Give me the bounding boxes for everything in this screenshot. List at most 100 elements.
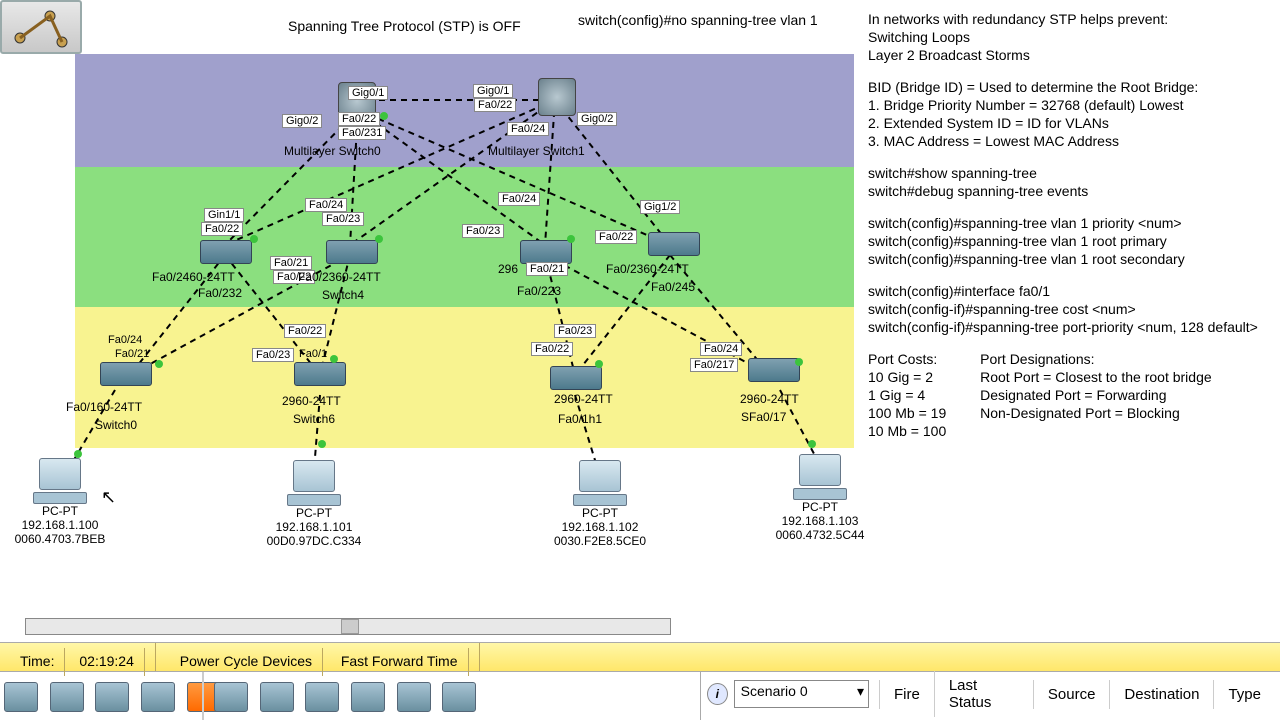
switch-label: 2960-24TT — [740, 392, 799, 406]
pc3[interactable]: PC-PT 192.168.1.103 0060.4732.5C44 — [760, 454, 880, 542]
pc0[interactable]: PC-PT 192.168.1.100 0060.4703.7BEB — [0, 458, 120, 546]
port-desig-heading: Port Designations: — [980, 350, 1212, 368]
port-label: Fa0/24 — [700, 342, 742, 356]
switch-label: Switch0 — [95, 418, 137, 432]
port-label: Fa0/22 — [284, 324, 326, 338]
switch-label: Fa0/1h1 — [558, 412, 602, 426]
port-label: Fa0/21 — [526, 262, 568, 276]
port-label: Gig0/1 — [348, 86, 388, 100]
pc-ip: 192.168.1.102 — [540, 520, 660, 534]
switch-label: 296 — [498, 262, 518, 276]
port-label: Gig0/2 — [577, 112, 617, 126]
device-models-group — [210, 678, 480, 718]
wireless-category-icon[interactable] — [141, 682, 175, 712]
port-label: Fa0/23 — [322, 212, 364, 226]
workspace-canvas[interactable]: Spanning Tree Protocol (STP) is OFF swit… — [0, 0, 1280, 720]
device-model-icon[interactable] — [397, 682, 431, 712]
note-bid: BID (Bridge ID) = Used to determine the … — [868, 78, 1276, 150]
pc-mac: 0030.F2E8.5CE0 — [540, 534, 660, 548]
device-model-icon[interactable] — [260, 682, 294, 712]
link-state-dot — [795, 358, 803, 366]
dist-switch-c[interactable] — [520, 240, 572, 264]
device-category-group — [0, 678, 225, 718]
tray-separator — [202, 672, 204, 720]
port-label: Fa0/23 — [252, 348, 294, 362]
switch-category-icon[interactable] — [50, 682, 84, 712]
dist-switch-d[interactable] — [648, 232, 700, 256]
switch-label: Fa0/2360-24TT — [298, 270, 381, 284]
pc-ip: 192.168.1.103 — [760, 514, 880, 528]
port-label: Gig0/1 — [473, 84, 513, 98]
link-state-dot — [318, 440, 326, 448]
dist-switch-b[interactable] — [326, 240, 378, 264]
port-label: Fa0/23 — [462, 224, 504, 238]
col-source: Source — [1033, 680, 1110, 709]
link-state-dot — [155, 360, 163, 368]
scenario-select[interactable]: Scenario 0 — [734, 680, 869, 708]
port-label: Fa0/1 — [296, 348, 330, 360]
note-priority: switch(config)#spanning-tree vlan 1 prio… — [868, 214, 1276, 268]
port-label: Fa0/23 — [554, 324, 596, 338]
port-label: Fa0/22 — [201, 222, 243, 236]
link-state-dot — [595, 360, 603, 368]
access-switch6[interactable] — [294, 362, 346, 386]
port-label: Fa0/22 — [531, 342, 573, 356]
scenario-panel: i Scenario 0 Fire Last Status Source Des… — [700, 672, 1280, 720]
device-model-icon[interactable] — [442, 682, 476, 712]
link-state-dot — [375, 235, 383, 243]
access-switch1[interactable] — [550, 366, 602, 390]
pc-name: PC-PT — [0, 504, 120, 518]
note-redundancy: In networks with redundancy STP helps pr… — [868, 10, 1276, 64]
pc-mac: 00D0.97DC.C334 — [254, 534, 374, 548]
port-label: Fa0/21 — [270, 256, 312, 270]
link-state-dot — [380, 112, 388, 120]
info-icon[interactable]: i — [707, 683, 728, 705]
multilayer-switch1[interactable] — [538, 78, 576, 116]
port-label: Fa0/217 — [690, 358, 738, 372]
pc-icon — [39, 458, 81, 490]
port-desig: Root Port = Closest to the root bridge D… — [980, 368, 1212, 422]
link-state-dot — [567, 235, 575, 243]
pc-mac: 0060.4703.7BEB — [0, 532, 120, 546]
col-last-status: Last Status — [934, 671, 1033, 717]
hub-category-icon[interactable] — [95, 682, 129, 712]
port-label: Fa0/22 — [338, 112, 380, 126]
router-category-icon[interactable] — [4, 682, 38, 712]
port-costs: 10 Gig = 2 1 Gig = 4 100 Mb = 19 10 Mb =… — [868, 368, 946, 440]
port-label: Gig0/2 — [282, 114, 322, 128]
scrollbar-thumb[interactable] — [341, 619, 359, 634]
port-label: Fa0/231 — [338, 126, 386, 140]
notes-panel: In networks with redundancy STP helps pr… — [868, 10, 1276, 440]
dist-switch-a[interactable] — [200, 240, 252, 264]
pc-name: PC-PT — [254, 506, 374, 520]
switch-label: Fa0/160-24TT — [66, 400, 142, 414]
switch-label: 2960-24TT — [282, 394, 341, 408]
power-cycle-button[interactable]: Power Cycle Devices Fast Forward Time — [160, 643, 480, 671]
device-model-icon[interactable] — [351, 682, 385, 712]
device-model-icon[interactable] — [214, 682, 248, 712]
port-label: Fa0/24 — [305, 198, 347, 212]
pc-icon — [799, 454, 841, 486]
switch-label: Fa0/245 — [651, 280, 695, 294]
port-label: Fa0/22 — [595, 230, 637, 244]
link-state-dot — [808, 440, 816, 448]
pc2[interactable]: PC-PT 192.168.1.102 0030.F2E8.5CE0 — [540, 460, 660, 548]
port-costs-heading: Port Costs: — [868, 350, 946, 368]
access-switch7[interactable] — [748, 358, 800, 382]
horizontal-scrollbar[interactable] — [25, 618, 671, 635]
pc-name: PC-PT — [760, 500, 880, 514]
link-state-dot — [74, 450, 82, 458]
link-state-dot — [330, 355, 338, 363]
port-label: Gig1/2 — [640, 200, 680, 214]
col-type: Type — [1213, 680, 1275, 709]
pc-mac: 0060.4732.5C44 — [760, 528, 880, 542]
ms0-label: Multilayer Switch0 — [284, 144, 381, 158]
device-model-icon[interactable] — [305, 682, 339, 712]
switch-label: 2960-24TT — [554, 392, 613, 406]
pc1[interactable]: PC-PT 192.168.1.101 00D0.97DC.C334 — [254, 460, 374, 548]
switch-label: Fa0/2460-24TT — [152, 270, 235, 284]
access-switch0[interactable] — [100, 362, 152, 386]
switch-label: Switch4 — [322, 288, 364, 302]
port-label: Fa0/24 — [498, 192, 540, 206]
pc-ip: 192.168.1.101 — [254, 520, 374, 534]
